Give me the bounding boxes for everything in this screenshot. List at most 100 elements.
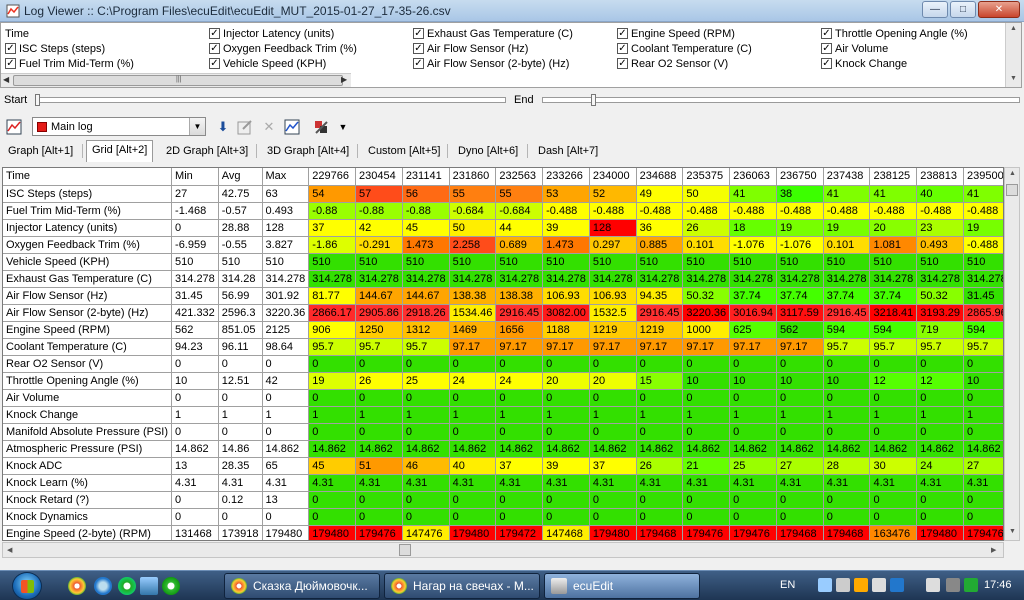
value-cell[interactable]: 36 [636,219,684,237]
table-row[interactable]: ISC Steps (steps) 27 42.75 63 54 57 56 55 55 53 52… [3,185,1003,203]
slider-handle[interactable] [591,94,596,106]
value-cell[interactable]: 0 [682,491,731,509]
value-cell[interactable]: 0 [823,389,871,407]
value-cell[interactable]: 4.31 [869,474,918,492]
table-row[interactable]: Coolant Temperature (C) 94.23 96.11 98.64 95… [3,338,1003,356]
min-cell[interactable]: 4.31 [171,474,219,492]
value-cell[interactable]: 510 [355,253,403,271]
value-cell[interactable]: -0.88 [308,202,357,220]
minimize-button[interactable]: — [922,1,948,18]
row-label[interactable]: Knock Change [3,406,173,424]
value-cell[interactable]: 4.31 [355,474,403,492]
value-cell[interactable]: 0 [682,508,731,526]
value-cell[interactable]: 37.74 [776,287,824,305]
avg-cell[interactable]: 0 [218,508,263,526]
check-item[interactable]: Time [5,26,29,41]
value-cell[interactable]: 0 [589,389,637,407]
value-cell[interactable]: 1.081 [869,236,918,254]
value-cell[interactable]: 26 [682,219,731,237]
close-button[interactable]: ✕ [978,1,1020,18]
value-cell[interactable]: 906 [308,321,357,339]
max-cell[interactable]: 0 [262,508,310,526]
value-cell[interactable]: 14.862 [963,440,1003,458]
value-cell[interactable]: 40 [916,185,964,203]
value-cell[interactable]: 562 [776,321,824,339]
checkbox[interactable]: ✓ [617,58,628,69]
value-cell[interactable]: 0 [963,423,1003,441]
value-cell[interactable]: 0 [402,508,450,526]
delete-icon[interactable]: ✕ [260,118,278,136]
value-cell[interactable]: 56 [402,185,450,203]
value-cell[interactable]: 106.93 [542,287,590,305]
value-cell[interactable]: 2866.17 [308,304,357,322]
row-label[interactable]: Exhaust Gas Temperature (C) [3,270,173,288]
value-cell[interactable]: 10 [776,372,824,390]
value-cell[interactable]: 314.278 [869,270,918,288]
avg-cell[interactable]: -0.55 [218,236,263,254]
column-header[interactable]: 239500 [963,168,1003,186]
value-cell[interactable]: 1469 [449,321,497,339]
add-chart-icon[interactable] [283,118,301,136]
value-cell[interactable]: 50 [449,219,497,237]
tray-app-icon[interactable] [872,578,886,592]
value-cell[interactable]: 10 [729,372,777,390]
value-cell[interactable]: 44 [495,219,544,237]
value-cell[interactable]: 179476 [355,525,403,540]
min-cell[interactable]: 0 [171,219,219,237]
min-cell[interactable]: 421.332 [171,304,219,322]
value-cell[interactable]: -0.684 [495,202,544,220]
checkbox[interactable]: ✓ [821,28,832,39]
value-cell[interactable]: 0 [823,508,871,526]
value-cell[interactable]: 45 [308,457,357,475]
value-cell[interactable]: 128 [589,219,637,237]
value-cell[interactable]: 3218.41 [869,304,918,322]
checkbox[interactable]: ✓ [821,58,832,69]
language-indicator[interactable]: EN [780,579,795,591]
value-cell[interactable]: 4.31 [308,474,357,492]
avg-cell[interactable]: 42.75 [218,185,263,203]
value-cell[interactable]: 0 [963,389,1003,407]
value-cell[interactable]: 0 [823,423,871,441]
avg-cell[interactable]: 0 [218,355,263,373]
value-cell[interactable]: 179476 [729,525,777,540]
download-arrow-icon[interactable]: ⬇ [214,118,232,136]
value-cell[interactable]: 594 [823,321,871,339]
table-row[interactable]: Knock Retard (?)00.121300000000000000000 [3,491,1003,509]
value-cell[interactable]: 95.7 [355,338,403,356]
value-cell[interactable]: 0 [869,508,918,526]
check-item[interactable]: ✓ Throttle Opening Angle (%) [821,26,968,41]
column-header[interactable]: 236063 [729,168,777,186]
value-cell[interactable]: 0 [823,355,871,373]
check-item[interactable]: ✓ Knock Change [821,56,907,71]
value-cell[interactable]: -0.291 [355,236,403,254]
taskbar-item[interactable]: Нагар на свечах - M... [384,573,540,599]
value-cell[interactable]: 314.278 [963,270,1003,288]
value-cell[interactable]: 0 [776,491,824,509]
check-item[interactable]: ✓ Vehicle Speed (KPH) [209,56,326,71]
value-cell[interactable]: 0.493 [916,236,964,254]
max-cell[interactable]: 314.278 [262,270,310,288]
max-cell[interactable]: 3.827 [262,236,310,254]
dropdown-arrow-icon[interactable]: ▼ [334,118,352,136]
row-label[interactable]: Manifold Absolute Pressure (PSI) [3,423,173,441]
edit-icon[interactable] [236,118,254,136]
value-cell[interactable]: 97.17 [495,338,544,356]
value-cell[interactable]: 179480 [449,525,497,540]
value-cell[interactable]: 1.473 [402,236,450,254]
value-cell[interactable]: 0 [495,508,544,526]
value-cell[interactable]: 95.7 [963,338,1003,356]
table-row[interactable]: Fuel Trim Mid-Term (%) -1.468 -0.57 0.493 -0… [3,202,1003,220]
value-cell[interactable]: 95.7 [869,338,918,356]
value-cell[interactable]: 510 [869,253,918,271]
value-cell[interactable]: 14.862 [355,440,403,458]
value-cell[interactable]: -0.488 [823,202,871,220]
value-cell[interactable]: 14.862 [869,440,918,458]
value-cell[interactable]: 1 [869,406,918,424]
value-cell[interactable]: -1.86 [308,236,357,254]
value-cell[interactable]: 179468 [776,525,824,540]
value-cell[interactable]: 510 [776,253,824,271]
checkbox[interactable]: ✓ [413,43,424,54]
value-cell[interactable]: 1 [308,406,357,424]
value-cell[interactable]: 2916.45 [495,304,544,322]
value-cell[interactable]: 97.17 [636,338,684,356]
